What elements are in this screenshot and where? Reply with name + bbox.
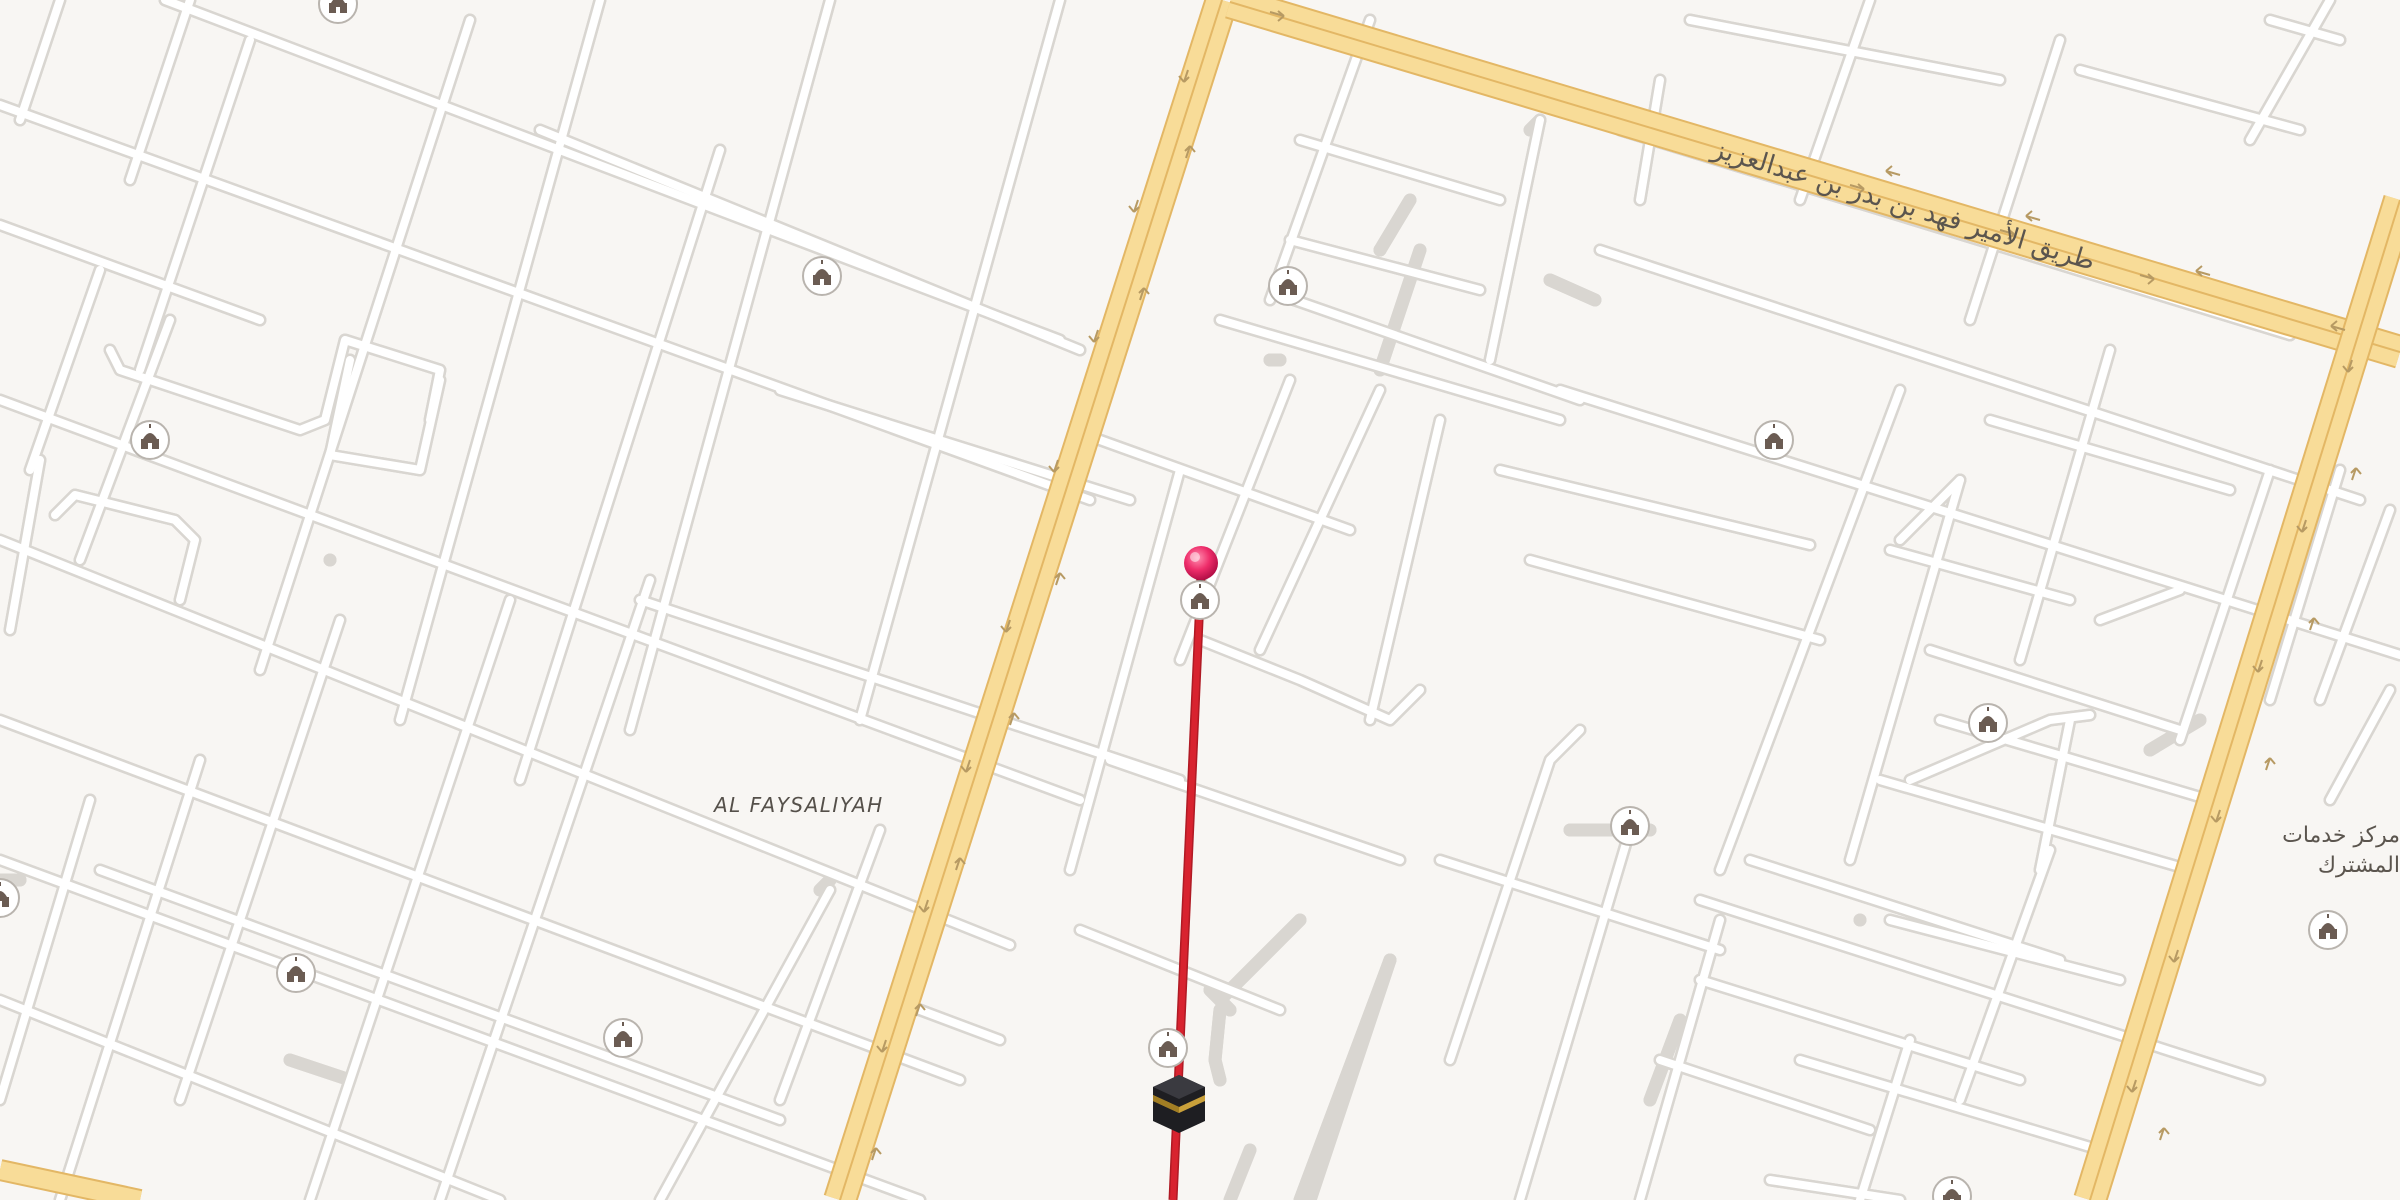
poi-label-line2: المشترك [2318, 853, 2400, 878]
mosque-icon[interactable] [130, 420, 170, 460]
mosque-icon[interactable] [802, 256, 842, 296]
mosque-icon[interactable] [603, 1018, 643, 1058]
kaaba-icon[interactable] [1153, 1075, 1205, 1133]
mosque-icon[interactable] [1754, 420, 1794, 460]
mosque-icon[interactable] [1968, 703, 2008, 743]
map-view[interactable]: AL FAYSALIYAH طريق الأمير فهد بن بدر بن … [0, 0, 2400, 1200]
poi-label-line1: مركز خدمات [2282, 823, 2400, 848]
mosque-icon[interactable] [1180, 580, 1220, 620]
mosque-icon[interactable] [1268, 266, 1308, 306]
mosque-icon[interactable] [276, 953, 316, 993]
mosque-icon[interactable] [1610, 806, 1650, 846]
map-canvas[interactable]: AL FAYSALIYAH طريق الأمير فهد بن بدر بن … [0, 0, 2400, 1200]
mosque-icon[interactable] [1148, 1028, 1188, 1068]
mosque-icon[interactable] [2308, 910, 2348, 950]
area-label: AL FAYSALIYAH [712, 793, 884, 817]
